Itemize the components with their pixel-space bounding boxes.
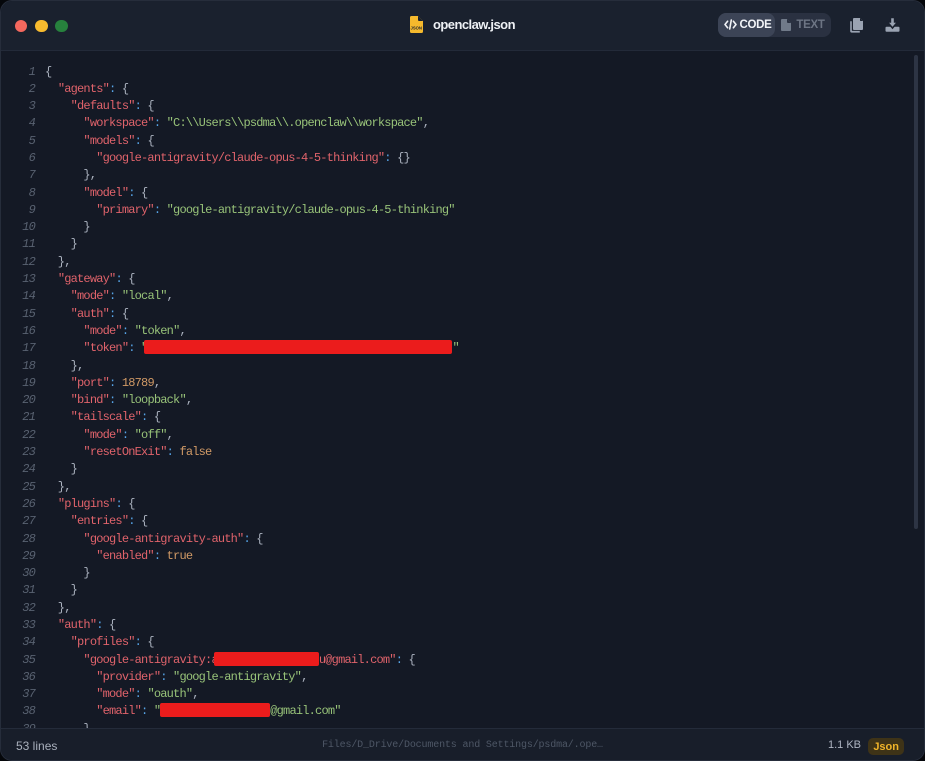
svg-text:JSON: JSON bbox=[411, 25, 422, 30]
